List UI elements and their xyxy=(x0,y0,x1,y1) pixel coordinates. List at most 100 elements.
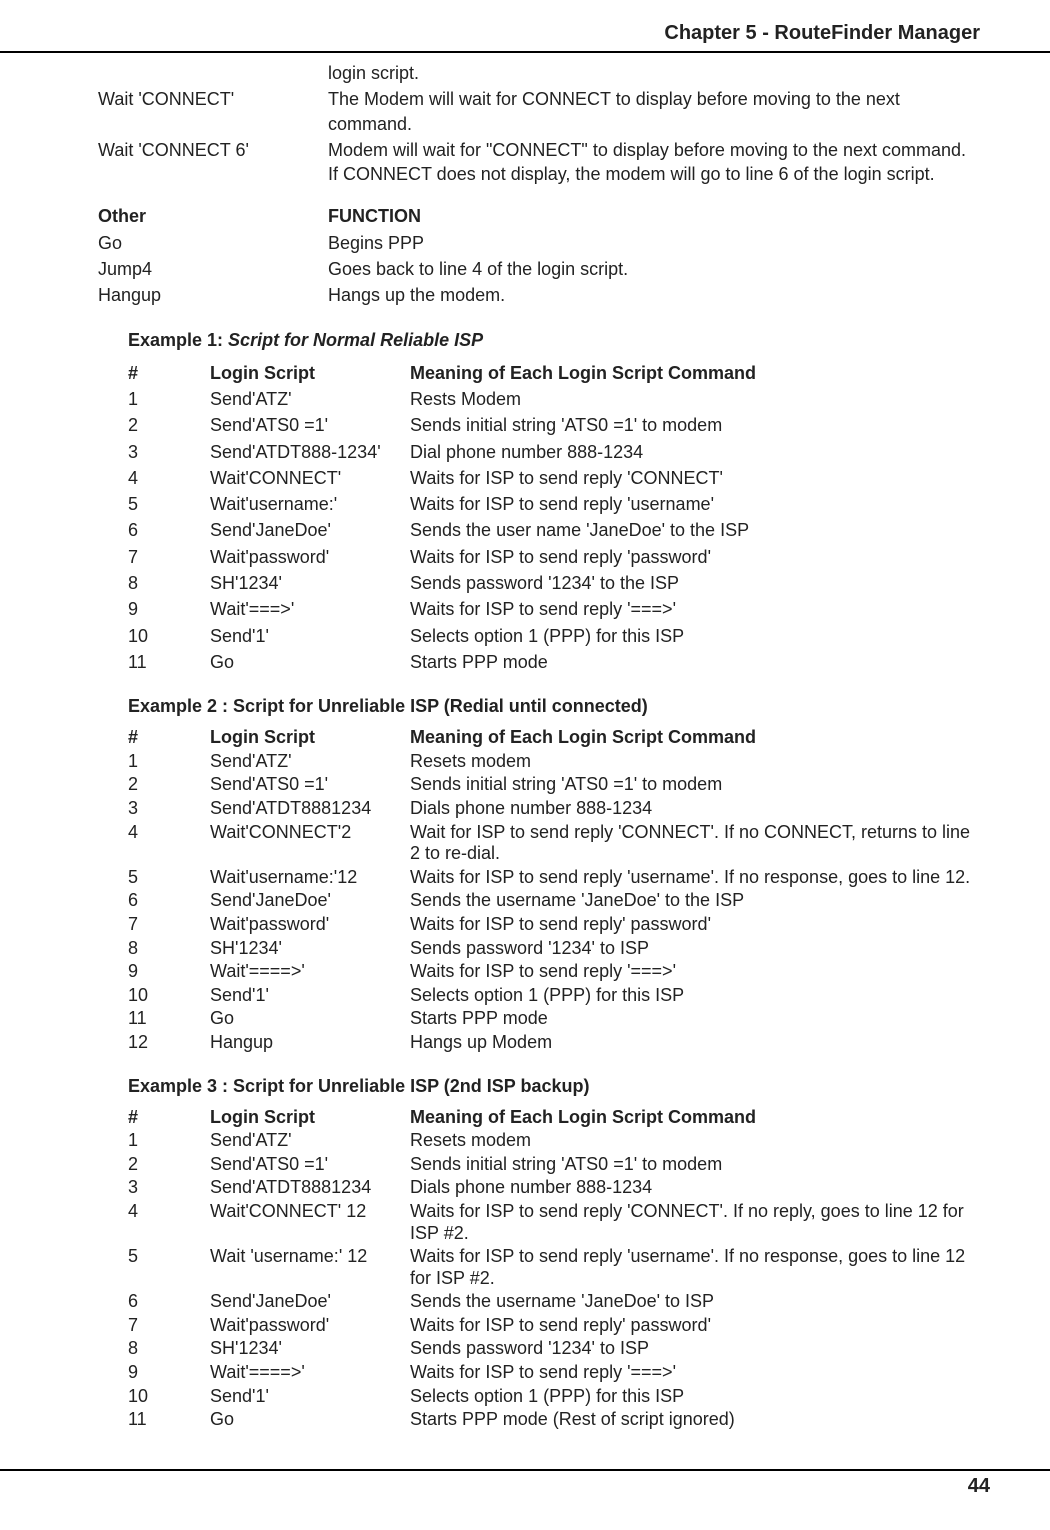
table-row: 1Send'ATZ'Resets modem xyxy=(128,1130,980,1152)
table-row: 8SH'1234'Sends password '1234' to ISP xyxy=(128,1338,980,1360)
cell-script: Send'JaneDoe' xyxy=(210,890,410,912)
cell-mean: Sends password '1234' to ISP xyxy=(410,1338,980,1360)
cell-num: 7 xyxy=(128,914,210,936)
cell-script: Send'1' xyxy=(210,1386,410,1408)
cell-num: 3 xyxy=(128,798,210,820)
cell-mean: Waits for ISP to send reply 'username'. … xyxy=(410,1246,980,1289)
cell-mean: Sends the username 'JaneDoe' to the ISP xyxy=(410,890,980,912)
cell-mean: Selects option 1 (PPP) for this ISP xyxy=(410,985,980,1007)
table-row: 1Send'ATZ'Resets modem xyxy=(128,751,980,773)
cell-mean: Waits for ISP to send reply 'CONNECT'. I… xyxy=(410,1201,980,1244)
desc-cell: login script. xyxy=(328,61,980,85)
cell-num: 1 xyxy=(128,387,210,411)
cell-num: 5 xyxy=(128,867,210,889)
cell-num: 9 xyxy=(128,961,210,983)
cell-num: 4 xyxy=(128,466,210,490)
cell-num: 4 xyxy=(128,822,210,844)
table-row: 1Send'ATZ'Rests Modem xyxy=(128,387,980,411)
cell-script: Go xyxy=(210,650,410,674)
desc-cell: Hangs up the modem. xyxy=(328,283,980,307)
cell-num: 4 xyxy=(128,1201,210,1223)
table-row: 9Wait'===>'Waits for ISP to send reply '… xyxy=(128,597,980,621)
cell-script: Wait'CONNECT' xyxy=(210,466,410,490)
cell-num: 2 xyxy=(128,774,210,796)
cell-mean: Sends password '1234' to the ISP xyxy=(410,571,980,595)
cell-script: Send'1' xyxy=(210,985,410,1007)
cell-script: SH'1234' xyxy=(210,1338,410,1360)
cell-mean: Starts PPP mode xyxy=(410,1008,980,1030)
table-row: 8SH'1234'Sends password '1234' to the IS… xyxy=(128,571,980,595)
cell-num: 5 xyxy=(128,1246,210,1268)
example-3: Example 3 : Script for Unreliable ISP (2… xyxy=(128,1076,980,1431)
cell-script: Wait'====>' xyxy=(210,961,410,983)
intro-row: login script. xyxy=(98,61,980,85)
cell-mean: Selects option 1 (PPP) for this ISP xyxy=(410,624,980,648)
cell-mean: Selects option 1 (PPP) for this ISP xyxy=(410,1386,980,1408)
table-row: 6Send'JaneDoe'Sends the username 'JaneDo… xyxy=(128,1291,980,1313)
example-3-title: Example 3 : Script for Unreliable ISP (2… xyxy=(128,1076,980,1097)
cell-mean: Waits for ISP to send reply '===>' xyxy=(410,961,980,983)
table-row: 11GoStarts PPP mode xyxy=(128,650,980,674)
cell-mean: Waits for ISP to send reply '===>' xyxy=(410,597,980,621)
page-number: 44 xyxy=(0,1471,1050,1518)
divider-top xyxy=(0,51,1050,53)
cell-script: Wait'username:' xyxy=(210,492,410,516)
cell-mean: Waits for ISP to send reply 'CONNECT' xyxy=(410,466,980,490)
desc-cell: Goes back to line 4 of the login script. xyxy=(328,257,980,281)
cell-script: SH'1234' xyxy=(210,938,410,960)
cell-mean: Waits for ISP to send reply 'username' xyxy=(410,492,980,516)
cell-num: 2 xyxy=(128,1154,210,1176)
other-header-row: Other FUNCTION xyxy=(98,204,980,228)
cell-script: SH'1234' xyxy=(210,571,410,595)
table-head: # Login Script Meaning of Each Login Scr… xyxy=(128,1107,980,1129)
table-row: 8SH'1234'Sends password '1234' to ISP xyxy=(128,938,980,960)
example-1: Example 1: Script for Normal Reliable IS… xyxy=(128,330,980,675)
cell-script: Send'ATZ' xyxy=(210,1130,410,1152)
example-2: Example 2 : Script for Unreliable ISP (R… xyxy=(128,696,980,1053)
cell-num: 1 xyxy=(128,751,210,773)
cell-script: Go xyxy=(210,1008,410,1030)
cell-num: 8 xyxy=(128,1338,210,1360)
cell-mean: Dial phone number 888-1234 xyxy=(410,440,980,464)
cmd-cell: Go xyxy=(98,231,328,255)
cell-script: Hangup xyxy=(210,1032,410,1054)
cell-script: Wait'password' xyxy=(210,545,410,569)
cell-num: 3 xyxy=(128,1177,210,1199)
cell-num: 7 xyxy=(128,1315,210,1337)
cell-script: Wait'username:'12 xyxy=(210,867,410,889)
col-script: Login Script xyxy=(210,1107,410,1129)
cell-script: Send'ATDT8881234 xyxy=(210,798,410,820)
table-row: 4Wait'CONNECT'2Wait for ISP to send repl… xyxy=(128,822,980,865)
cell-num: 12 xyxy=(128,1032,210,1054)
table-row: 5Wait'username:'12Waits for ISP to send … xyxy=(128,867,980,889)
cell-script: Wait'====>' xyxy=(210,1362,410,1384)
cell-num: 7 xyxy=(128,545,210,569)
cell-num: 11 xyxy=(128,650,210,674)
cell-mean: Hangs up Modem xyxy=(410,1032,980,1054)
table-row: 3Send'ATDT8881234Dials phone number 888-… xyxy=(128,798,980,820)
cell-mean: Starts PPP mode (Rest of script ignored) xyxy=(410,1409,980,1431)
table-row: 10Send'1'Selects option 1 (PPP) for this… xyxy=(128,624,980,648)
cell-num: 9 xyxy=(128,1362,210,1384)
cell-script: Send'1' xyxy=(210,624,410,648)
cell-script: Send'JaneDoe' xyxy=(210,1291,410,1313)
cell-mean: Sends the user name 'JaneDoe' to the ISP xyxy=(410,518,980,542)
cell-script: Wait'CONNECT' 12 xyxy=(210,1201,410,1223)
table-row: 6Send'JaneDoe'Sends the user name 'JaneD… xyxy=(128,518,980,542)
cell-mean: Waits for ISP to send reply' password' xyxy=(410,914,980,936)
intro-row: Wait 'CONNECT 6' Modem will wait for "CO… xyxy=(98,138,980,187)
cell-mean: Wait for ISP to send reply 'CONNECT'. If… xyxy=(410,822,980,865)
col-script: Login Script xyxy=(210,727,410,749)
table-row: 7Wait'password'Waits for ISP to send rep… xyxy=(128,914,980,936)
table-row: 10Send'1'Selects option 1 (PPP) for this… xyxy=(128,985,980,1007)
table-row: 2Send'ATS0 =1'Sends initial string 'ATS0… xyxy=(128,1154,980,1176)
cell-num: 6 xyxy=(128,890,210,912)
cell-script: Send'ATZ' xyxy=(210,751,410,773)
cell-num: 3 xyxy=(128,440,210,464)
cell-mean: Sends initial string 'ATS0 =1' to modem xyxy=(410,774,980,796)
table-row: 7Wait'password'Waits for ISP to send rep… xyxy=(128,545,980,569)
cell-num: 9 xyxy=(128,597,210,621)
table-row: 10Send'1'Selects option 1 (PPP) for this… xyxy=(128,1386,980,1408)
cell-num: 11 xyxy=(128,1008,210,1030)
cell-mean: Resets modem xyxy=(410,751,980,773)
